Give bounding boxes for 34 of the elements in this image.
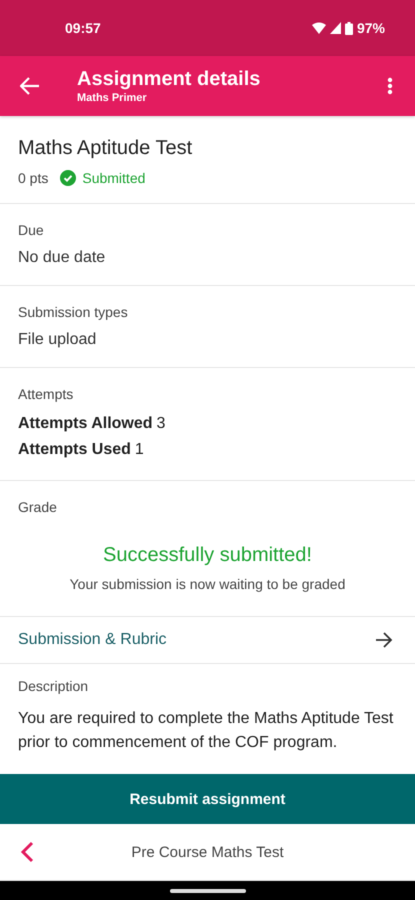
home-indicator[interactable]	[170, 888, 246, 892]
assignment-title: Maths Aptitude Test	[18, 136, 194, 161]
resubmit-button[interactable]: Resubmit assignment	[0, 774, 415, 824]
link-label: Submission & Rubric	[18, 631, 166, 649]
field-value: File upload	[18, 330, 98, 350]
status-time: 09:57	[65, 20, 101, 36]
status-label: Submitted	[82, 170, 146, 186]
attempts-label: Attempts Allowed	[18, 415, 153, 432]
success-message: Successfully submitted!	[102, 543, 313, 568]
field-label: Description	[18, 677, 90, 695]
arrow-right-icon	[375, 632, 393, 648]
description-text: You are required to complete the Maths Aptitude Test prior to commencement of the COF program.	[18, 709, 394, 753]
screen-subtitle: Maths Primer	[77, 91, 148, 105]
chevron-left-icon[interactable]	[20, 841, 34, 863]
field-value: No due date	[18, 248, 106, 268]
field-label: Due	[18, 221, 45, 239]
grade-status-text: Your submission is now waiting to be graded	[68, 576, 346, 592]
attempts-value: 1	[134, 441, 144, 458]
wifi-icon	[312, 22, 326, 34]
attempts-label: Attempts Used	[18, 441, 131, 458]
points-label: 0 pts	[18, 170, 48, 186]
field-label: Attempts	[18, 385, 74, 403]
back-arrow-icon[interactable]	[20, 77, 40, 95]
attempts-value: 3	[156, 415, 166, 432]
field-label: Grade	[18, 498, 58, 516]
submission-rubric-link[interactable]: Submission & Rubric	[0, 617, 415, 664]
page-title: Pre Course Maths Test	[130, 844, 285, 860]
signal-icon	[330, 22, 341, 34]
screen-title: Assignment details	[77, 67, 262, 91]
check-circle-icon	[60, 170, 76, 186]
battery-icon	[344, 22, 353, 34]
more-options-icon[interactable]	[387, 77, 393, 95]
field-label: Submission types	[18, 303, 129, 321]
battery-percentage: 97%	[356, 20, 385, 36]
